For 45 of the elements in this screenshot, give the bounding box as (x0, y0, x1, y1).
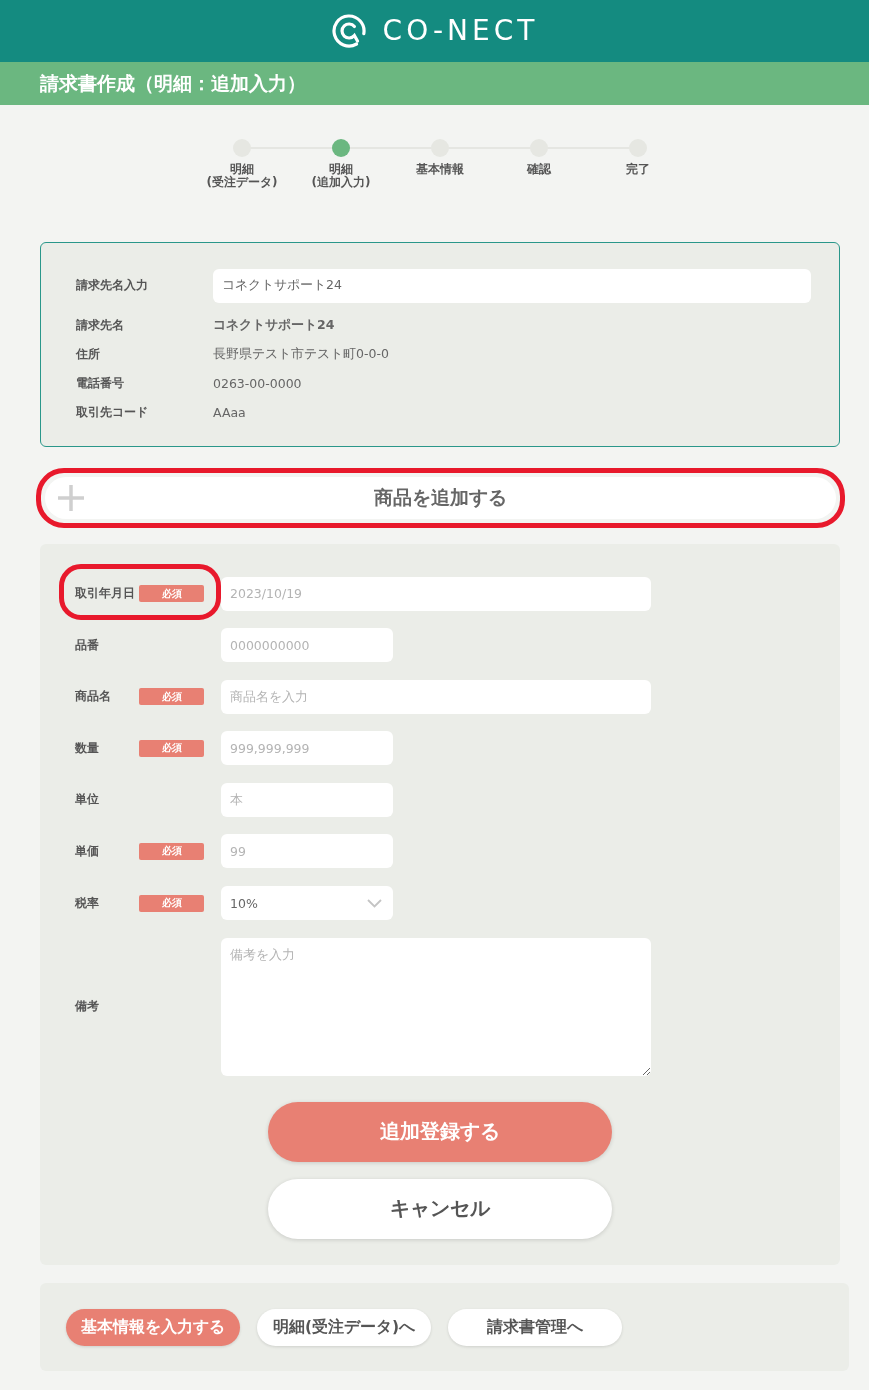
field-label: 税率 (75, 894, 100, 912)
required-badge: 必須 (139, 894, 204, 912)
logo-text: CO-NECT (382, 17, 539, 45)
detail-value: 0263-00-0000 (213, 375, 303, 391)
input-field[interactable]: コネクトサポート24 (213, 268, 811, 303)
detail-value: コネクトサポート24 (213, 316, 336, 334)
nav-button[interactable]: 請求書管理へ (448, 1308, 622, 1346)
detail-value: 長野県テスト市テスト町0-0-0 (213, 345, 390, 363)
field-label: 数量 (75, 739, 100, 757)
input-field[interactable]: 99 (221, 834, 393, 869)
field-label: 請求先名入力 (76, 277, 149, 294)
detail-label: 電話番号 (76, 374, 125, 392)
field-label: 備考 (75, 998, 100, 1016)
step-label: 明細 (追加入力) (311, 163, 371, 189)
logo-icon (330, 13, 367, 49)
required-badge: 必須 (139, 585, 204, 602)
cancel-button[interactable]: キャンセル (268, 1178, 612, 1239)
input-field[interactable]: 2023/10/19 (221, 576, 651, 611)
step-label: 完了 (626, 163, 650, 176)
input-field[interactable]: 999,999,999 (221, 731, 393, 766)
field-label: 単位 (75, 791, 100, 809)
step-label: 明細 (受注データ) (206, 163, 278, 189)
nav-button[interactable]: 明細(受注データ)へ (257, 1308, 431, 1346)
textarea-field[interactable]: 備考を入力 (221, 937, 651, 1076)
field-label: 取引年月日 (75, 585, 136, 602)
detail-label: 住所 (76, 345, 101, 363)
detail-label: 請求先名 (76, 316, 125, 334)
input-field[interactable]: 本 (221, 782, 393, 817)
required-badge: 必須 (139, 688, 204, 706)
field-label: 品番 (75, 636, 100, 654)
step-label: 基本情報 (416, 163, 464, 176)
required-badge: 必須 (139, 739, 204, 757)
input-field[interactable]: 商品名を入力 (221, 679, 651, 714)
detail-label: 取引先コード (76, 403, 149, 421)
step-label: 確認 (527, 163, 551, 176)
plus-icon (58, 484, 84, 511)
chevron-down-icon (367, 898, 382, 908)
detail-value: AAaa (213, 404, 247, 420)
input-field[interactable]: 0000000000 (221, 628, 393, 663)
field-label: 商品名 (75, 688, 112, 706)
field-label: 単価 (75, 842, 100, 860)
add-item-button[interactable]: 商品を追加する (45, 476, 836, 519)
select-field[interactable]: 10% (221, 886, 393, 921)
page-title: 請求書作成（明細：追加入力） (40, 70, 306, 96)
required-badge: 必須 (139, 842, 204, 860)
